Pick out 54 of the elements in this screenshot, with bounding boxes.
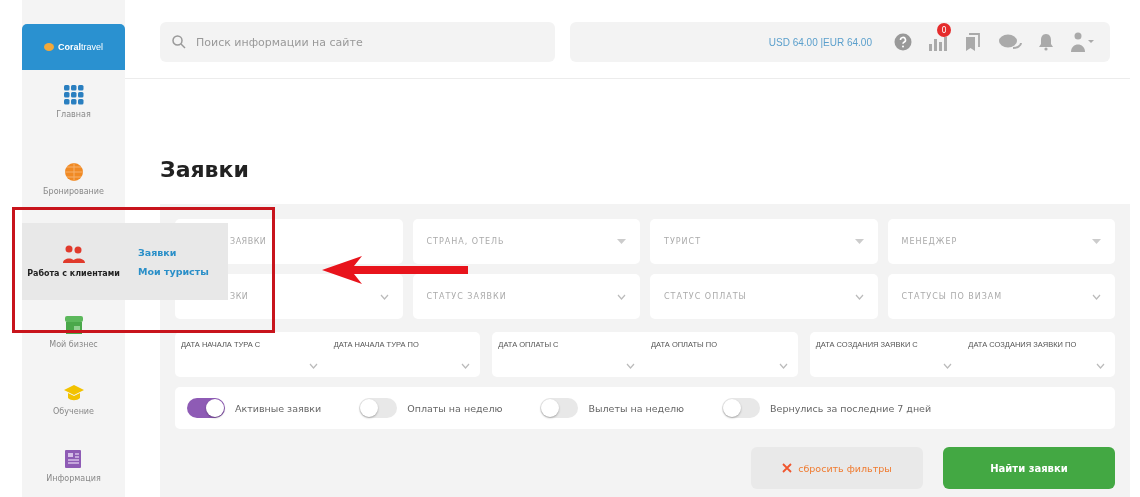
graduation-cap-icon (62, 383, 85, 402)
toggle-label: Вылеты на неделю (588, 402, 685, 414)
logo[interactable]: Coraltravel (22, 24, 125, 70)
shop-icon (63, 315, 84, 335)
chevron-icon (379, 293, 389, 300)
toggle-switch[interactable] (359, 398, 398, 418)
filter-dropdown[interactable]: ТУРИСТ (650, 219, 878, 264)
caret-icon (1092, 239, 1101, 244)
search-icon (172, 35, 186, 49)
filter-dropdown[interactable]: СТАТУС ОПЛАТЫ (650, 274, 878, 319)
chevron-icon (308, 363, 318, 369)
chevron-icon (617, 293, 626, 300)
filter-dropdown[interactable]: МЕНЕДЖЕР (887, 219, 1115, 264)
toggle-label: Вернулись за последние 7 дней (770, 402, 932, 414)
caret-icon (617, 239, 626, 244)
caret-icon (854, 239, 864, 244)
reset-filters-button[interactable]: сбросить фильтры (751, 447, 923, 489)
chat-icon[interactable] (998, 33, 1022, 51)
bell-icon[interactable] (1038, 33, 1054, 51)
search-input[interactable]: Поиск информации на сайте (194, 34, 543, 50)
filter-dropdown[interactable]: СТАТУС ЗАЯВКИ (412, 274, 640, 319)
newspaper-icon (63, 448, 84, 469)
grid-icon (63, 85, 84, 105)
chevron-icon (854, 293, 864, 300)
globe-icon (63, 161, 84, 182)
toggle-switch[interactable] (187, 398, 225, 418)
sidebar-item[interactable]: Обучение (22, 365, 125, 435)
bookmarks-icon[interactable] (964, 33, 982, 51)
chevron-icon (943, 363, 953, 369)
chevron-icon (1092, 293, 1101, 300)
find-button[interactable]: Найти заявки (943, 447, 1115, 489)
currency-rates: USD 64.00 |EUR 64.00 (768, 36, 872, 48)
toggle-label: Активные заявки (235, 402, 322, 414)
chevron-icon (626, 363, 635, 369)
sidebar-item[interactable]: Бронирование (22, 135, 125, 223)
search-field[interactable]: Поиск информации на сайте (160, 22, 555, 62)
page-title: Заявки (160, 157, 250, 182)
chevron-icon (461, 363, 471, 369)
help-icon[interactable] (894, 33, 912, 51)
filter-dropdown[interactable]: СТРАНА, ОТЕЛЬ (412, 219, 640, 264)
chevron-icon (778, 363, 788, 369)
toggle-switch[interactable] (540, 398, 579, 418)
submenu-link[interactable]: Мои туристы (138, 265, 228, 277)
toggle-switch[interactable] (722, 398, 761, 418)
sidebar-item[interactable]: Информация (22, 435, 125, 497)
people-icon (62, 244, 85, 264)
close-icon (782, 463, 793, 473)
sidebar-item[interactable]: Главная (22, 70, 125, 135)
user-menu-icon[interactable] (1070, 32, 1094, 52)
notification-badge: 0 (937, 23, 951, 37)
toggle-label: Оплаты на неделю (407, 402, 503, 414)
filter-dropdown[interactable]: СТАТУСЫ ПО ВИЗАМ (887, 274, 1115, 319)
chevron-icon (1096, 363, 1105, 369)
sidebar-item[interactable]: Мой бизнес (22, 300, 125, 365)
